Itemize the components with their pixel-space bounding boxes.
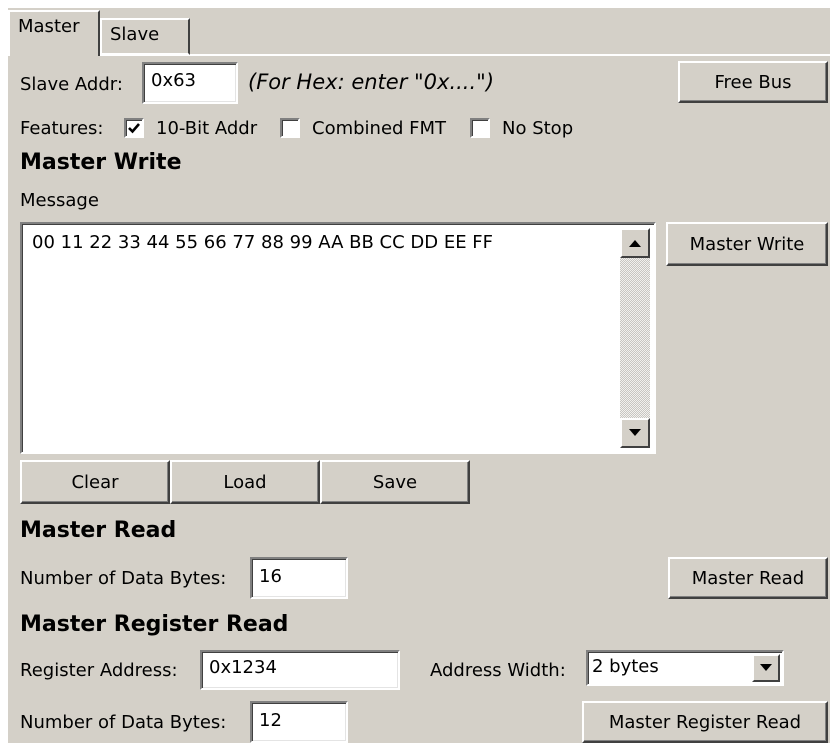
master-read-button-label: Master Read xyxy=(691,567,805,589)
address-width-dropdown-button[interactable] xyxy=(752,654,780,682)
register-bytes-input[interactable]: 12 xyxy=(250,701,348,743)
register-address-label: Register Address: xyxy=(20,660,178,681)
free-bus-button-label: Free Bus xyxy=(714,71,792,93)
free-bus-button[interactable]: Free Bus xyxy=(678,61,828,103)
slave-addr-hint: (For Hex: enter "0x....") xyxy=(248,70,495,94)
register-address-input[interactable]: 0x1234 xyxy=(200,650,400,690)
tab-master-label: Master xyxy=(18,16,80,37)
address-width-select[interactable]: 2 bytes xyxy=(586,650,784,686)
address-width-value: 2 bytes xyxy=(592,656,659,677)
load-button-label: Load xyxy=(223,471,267,493)
master-register-read-button-label: Master Register Read xyxy=(608,711,802,733)
features-label: Features: xyxy=(20,118,104,139)
read-bytes-input[interactable]: 16 xyxy=(250,557,348,599)
master-read-button[interactable]: Master Read xyxy=(668,557,828,599)
ten-bit-addr-label: 10-Bit Addr xyxy=(156,118,258,139)
message-scrollbar[interactable] xyxy=(620,228,650,448)
register-bytes-label: Number of Data Bytes: xyxy=(20,712,227,733)
scroll-down-button[interactable] xyxy=(620,418,650,448)
save-button-label: Save xyxy=(372,471,418,493)
scroll-up-arrow-icon xyxy=(629,240,641,247)
master-panel: Master Slave Slave Addr: 0x63 (For Hex: … xyxy=(8,8,830,743)
slave-addr-input[interactable]: 0x63 xyxy=(142,62,238,104)
no-stop-checkbox[interactable] xyxy=(470,118,490,138)
read-bytes-label: Number of Data Bytes: xyxy=(20,568,227,589)
master-write-heading: Master Write xyxy=(20,150,182,175)
message-textarea[interactable]: 00 11 22 33 44 55 66 77 88 99 AA BB CC D… xyxy=(20,222,656,454)
dropdown-arrow-icon xyxy=(760,664,772,671)
scroll-up-button[interactable] xyxy=(620,228,650,258)
message-text: 00 11 22 33 44 55 66 77 88 99 AA BB CC D… xyxy=(32,232,494,253)
save-button[interactable]: Save xyxy=(320,460,470,504)
tab-slave-label: Slave xyxy=(110,24,160,45)
scroll-down-arrow-icon xyxy=(629,429,641,436)
master-write-button[interactable]: Master Write xyxy=(666,222,828,266)
tab-master[interactable]: Master xyxy=(8,10,100,56)
combined-fmt-checkbox[interactable] xyxy=(280,118,300,138)
message-label: Message xyxy=(20,190,99,211)
address-width-label: Address Width: xyxy=(430,660,566,681)
checkmark-icon xyxy=(128,123,140,134)
ten-bit-addr-checkbox[interactable] xyxy=(124,118,144,138)
master-read-heading: Master Read xyxy=(20,518,177,543)
clear-button-label: Clear xyxy=(71,471,119,493)
master-write-button-label: Master Write xyxy=(689,233,805,255)
clear-button[interactable]: Clear xyxy=(20,460,170,504)
tab-slave[interactable]: Slave xyxy=(100,18,190,55)
combined-fmt-label: Combined FMT xyxy=(312,118,447,139)
master-register-read-button[interactable]: Master Register Read xyxy=(582,701,828,743)
load-button[interactable]: Load xyxy=(170,460,320,504)
master-register-read-heading: Master Register Read xyxy=(20,612,289,637)
slave-addr-label: Slave Addr: xyxy=(20,74,123,95)
no-stop-label: No Stop xyxy=(502,118,574,139)
